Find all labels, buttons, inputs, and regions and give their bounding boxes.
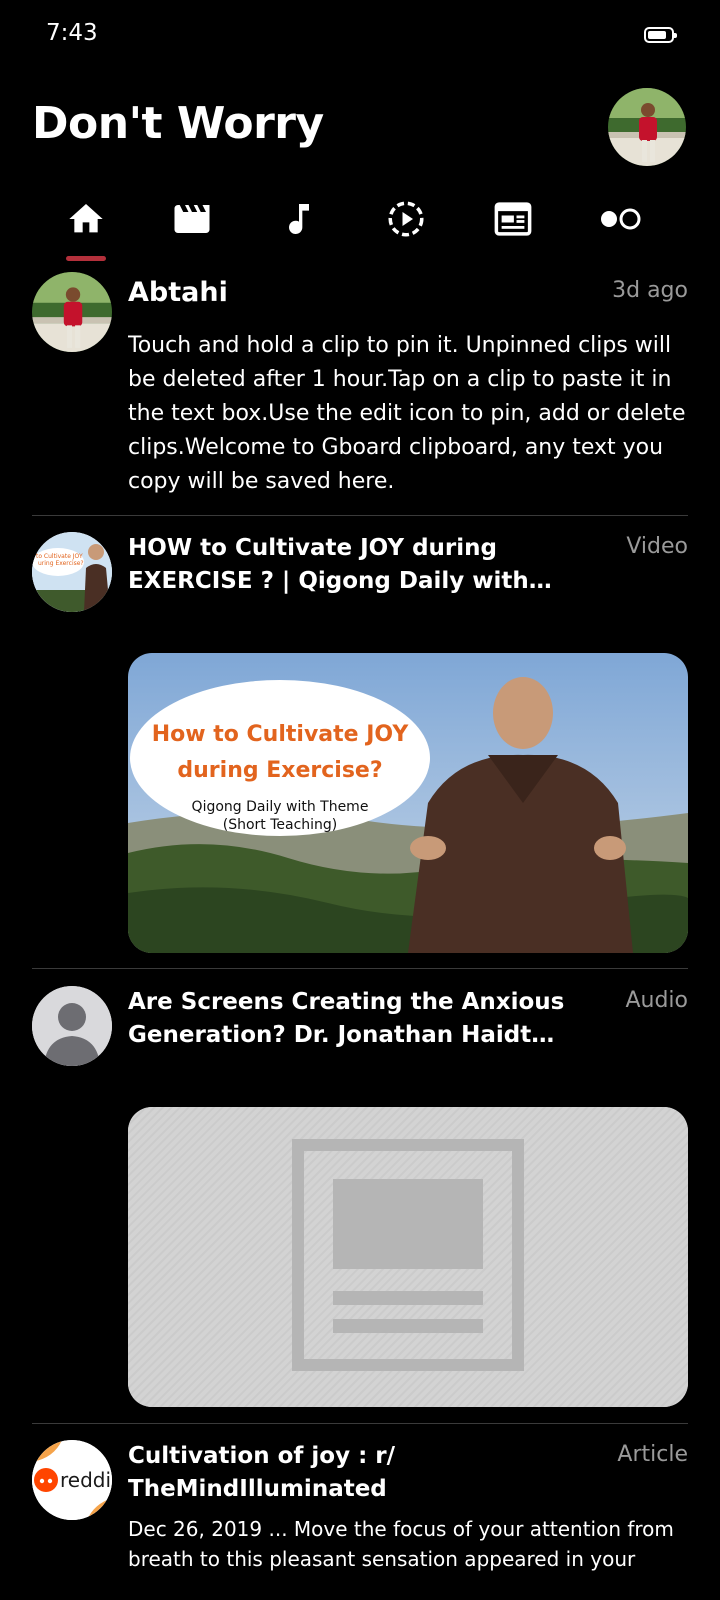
thumbnail-subtitle: Qigong Daily with Theme <box>192 799 369 815</box>
thumbnail-title: How to Cultivate JOY <box>152 722 410 747</box>
home-icon <box>69 204 103 233</box>
tab-playback[interactable] <box>366 184 446 254</box>
feed-item-time: 3d ago <box>612 278 688 303</box>
image-placeholder <box>128 1107 688 1407</box>
tab-bar <box>32 184 688 264</box>
divider <box>32 968 688 969</box>
feed-item-type: Audio <box>625 988 688 1013</box>
default-avatar-icon <box>32 986 112 1066</box>
thumbnail-title: during Exercise? <box>177 758 382 783</box>
feed-item-title: Abtahi <box>128 277 228 308</box>
avatar <box>32 272 112 352</box>
feed-item-snippet: Dec 26, 2019 ... Move the focus of your … <box>128 1517 674 1571</box>
tab-videos[interactable] <box>152 184 232 254</box>
music-note-icon <box>289 204 309 235</box>
toggle-dots-icon <box>601 208 641 230</box>
avatar: reddi <box>32 1440 112 1520</box>
play-circle-dashed-icon <box>388 201 424 237</box>
feed-item-type: Video <box>626 534 688 559</box>
tab-selected-indicator <box>66 256 106 261</box>
divider <box>32 1423 688 1424</box>
tab-music[interactable] <box>259 184 339 254</box>
article-icon <box>494 202 532 236</box>
thumbnail-subtitle: (Short Teaching) <box>223 817 338 833</box>
feed-item-title: HOW to Cultivate JOY during EXERCISE ? |… <box>128 535 529 594</box>
reddit-logo: reddi <box>60 1468 111 1492</box>
tab-home[interactable] <box>46 184 126 254</box>
feed-item-title: Cultivation of joy : r/ TheMindIlluminat… <box>128 1443 396 1502</box>
video-clapper-icon <box>174 205 210 233</box>
page-title: Don't Worry <box>32 98 324 149</box>
tab-articles[interactable] <box>473 184 553 254</box>
tab-more[interactable] <box>580 184 660 254</box>
avatar-text: to Cultivate JOY <box>36 553 83 560</box>
feed-item-title: Are Screens Creating the Anxious Generat… <box>128 989 565 1048</box>
feed-item-text: Touch and hold a clip to pin it. Unpinne… <box>128 333 686 494</box>
feed-item-type: Article <box>617 1442 688 1467</box>
status-time: 7:43 <box>46 20 98 46</box>
avatar-text: uring Exercise? <box>38 560 84 567</box>
battery-icon <box>644 27 677 43</box>
avatar: to Cultivate JOY uring Exercise? <box>32 532 112 612</box>
status-bar: 7:43 <box>0 0 720 72</box>
divider <box>32 515 688 516</box>
video-thumbnail[interactable]: How to Cultivate JOY during Exercise? Qi… <box>128 653 688 953</box>
profile-avatar[interactable] <box>608 88 686 166</box>
